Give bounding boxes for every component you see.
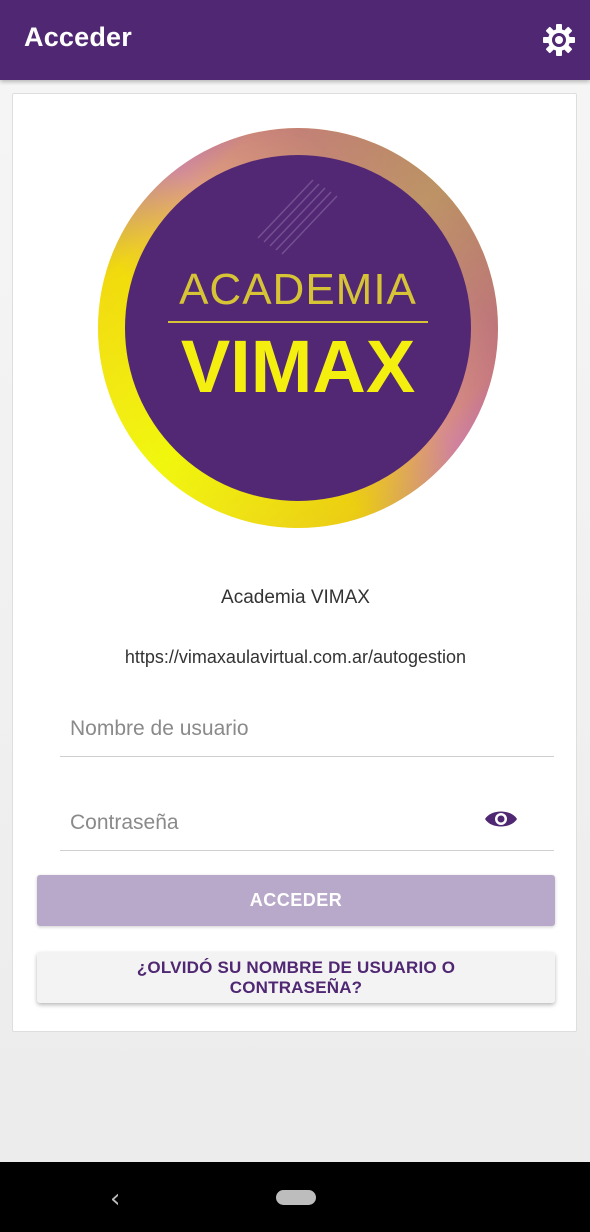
back-chevron-icon[interactable]: ‹ [110, 1184, 120, 1214]
page-title: Acceder [24, 22, 132, 52]
eye-icon[interactable] [484, 806, 518, 832]
gear-icon[interactable] [542, 23, 576, 57]
forgot-credentials-button[interactable]: ¿OLVIDÓ SU NOMBRE DE USUARIO O CONTRASEÑ… [37, 952, 555, 1003]
password-input[interactable] [60, 802, 492, 844]
logo-line1: ACADEMIA [179, 265, 417, 314]
home-pill-icon[interactable] [276, 1190, 316, 1205]
login-card: ACADEMIA VIMAX Academia VIMAX https://vi… [12, 93, 577, 1032]
site-name: Academia VIMAX [221, 587, 370, 608]
username-field [60, 700, 554, 757]
app-bar: Acceder [0, 0, 590, 80]
logo-line2: VIMAX [181, 325, 415, 408]
site-url: https://vimaxaulavirtual.com.ar/autogest… [124, 647, 467, 667]
academia-vimax-logo: ACADEMIA VIMAX [98, 128, 498, 528]
system-nav-bar: ‹ [0, 1162, 590, 1232]
password-field [60, 794, 554, 851]
username-input[interactable] [60, 708, 492, 750]
login-button[interactable]: ACCEDER [37, 875, 555, 926]
